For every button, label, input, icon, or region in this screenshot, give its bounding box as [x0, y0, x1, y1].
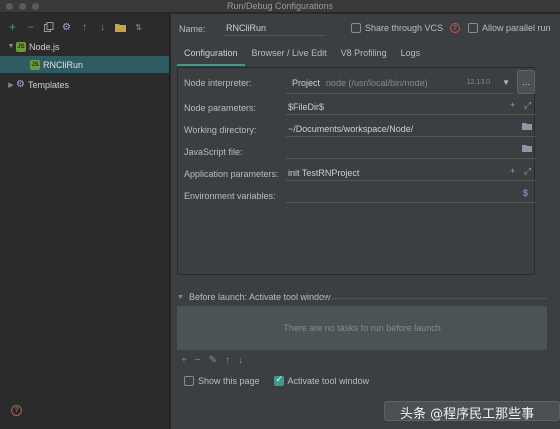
application-parameters-label: Application parameters:: [184, 169, 279, 179]
move-up-icon[interactable]: ↑: [225, 355, 230, 366]
tree-item-label: Node.js: [29, 41, 60, 52]
remove-icon[interactable]: −: [24, 20, 37, 34]
share-vcs-checkbox[interactable]: [351, 23, 361, 33]
before-launch-title: Before launch: Activate tool window: [188, 292, 331, 302]
add-icon[interactable]: +: [181, 355, 187, 366]
environment-variables-input[interactable]: $: [286, 187, 536, 203]
chevron-down-icon[interactable]: ▼: [6, 43, 16, 50]
working-directory-label: Working directory:: [184, 125, 257, 135]
allow-parallel-checkbox[interactable]: [468, 23, 478, 33]
node-parameters-input[interactable]: $FileDir$ + ⤢: [286, 99, 536, 115]
move-down-icon[interactable]: ↓: [96, 21, 109, 34]
copy-icon[interactable]: [42, 21, 55, 34]
show-page-checkbox[interactable]: [184, 376, 194, 386]
watermark: 头条 @程序民工那些事: [400, 407, 535, 422]
working-directory-value: ~/Documents/workspace/Node/: [288, 124, 414, 134]
configuration-form: Node interpreter: Project node (/usr/loc…: [177, 67, 536, 275]
edit-icon[interactable]: ✎: [209, 355, 217, 366]
gear-icon[interactable]: ⚙: [60, 21, 73, 34]
allow-parallel-label: Allow parallel run: [482, 23, 551, 33]
tree-item-label: Templates: [27, 79, 69, 90]
folder-icon[interactable]: [114, 21, 127, 34]
tab-configuration[interactable]: Configuration: [177, 44, 245, 66]
expand-icon[interactable]: ⤢: [524, 166, 531, 177]
chevron-right-icon[interactable]: ▶: [6, 81, 16, 89]
interpreter-path: node (/usr/local/bin/node): [326, 77, 428, 88]
chevron-down-icon[interactable]: ▼: [177, 294, 184, 301]
configuration-panel: Name: RNCliRun Share through VCS ? Allow…: [171, 14, 560, 429]
node-parameters-value: $FileDir$: [288, 102, 325, 112]
gear-icon: ⚙: [16, 79, 25, 90]
folder-icon[interactable]: [522, 122, 532, 132]
tab-logs[interactable]: Logs: [394, 44, 428, 66]
name-label: Name:: [179, 24, 206, 34]
window-title: Run/Debug Configurations: [226, 1, 334, 11]
working-directory-input[interactable]: ~/Documents/workspace/Node/: [286, 121, 536, 137]
tree-item-rnclirun[interactable]: JS RNCliRun: [0, 56, 169, 73]
before-launch-task-list[interactable]: There are no tasks to run before launch: [177, 306, 547, 350]
node-interpreter-select[interactable]: Project node (/usr/local/bin/node) 12.13…: [286, 72, 514, 94]
allow-parallel-option[interactable]: Allow parallel run: [468, 23, 551, 33]
add-icon[interactable]: +: [510, 166, 515, 176]
browse-interpreter-button[interactable]: ...: [517, 70, 535, 94]
nodejs-icon: JS: [16, 41, 26, 52]
divider: [323, 298, 547, 299]
before-launch-header[interactable]: ▼ Before launch: Activate tool window: [177, 292, 331, 302]
activate-tool-window-checkbox[interactable]: [273, 374, 284, 386]
application-parameters-input[interactable]: init TestRNProject + ⤢: [286, 165, 536, 181]
name-input[interactable]: RNCliRun: [224, 20, 324, 36]
environment-variables-label: Environment variables:: [184, 191, 276, 201]
remove-icon[interactable]: −: [195, 355, 201, 366]
javascript-file-label: JavaScript file:: [184, 147, 243, 157]
folder-icon[interactable]: [522, 144, 532, 154]
interpreter-project: Project: [292, 77, 321, 88]
help-icon[interactable]: ?: [450, 23, 461, 33]
tab-browser-live-edit[interactable]: Browser / Live Edit: [245, 44, 334, 66]
add-icon[interactable]: +: [510, 100, 515, 110]
node-parameters-label: Node parameters:: [184, 103, 257, 113]
empty-tasks-text: There are no tasks to run before launch: [283, 323, 441, 333]
move-down-icon[interactable]: ↓: [238, 355, 243, 366]
javascript-file-input[interactable]: [286, 143, 536, 159]
before-launch-toolbar: + − ✎ ↑ ↓: [181, 355, 243, 366]
share-vcs-option[interactable]: Share through VCS ?: [351, 23, 461, 33]
nodejs-icon: JS: [30, 59, 40, 70]
move-up-icon[interactable]: ↑: [78, 21, 91, 34]
sort-icon[interactable]: ⇅: [132, 21, 145, 34]
tree-item-label: RNCliRun: [43, 59, 84, 70]
help-icon[interactable]: ?: [11, 405, 22, 416]
configurations-sidebar: + − ⚙ ↑ ↓ ⇅ ▼ JS Node.js JS RNCliRun ▶ ⚙…: [0, 14, 170, 429]
before-launch-options: Show this page Activate tool window: [184, 374, 370, 386]
expand-icon[interactable]: ⤢: [524, 100, 531, 111]
sidebar-toolbar: + − ⚙ ↑ ↓ ⇅: [6, 20, 145, 34]
interpreter-version: 12.13.0: [466, 79, 491, 86]
tree-item-templates[interactable]: ▶ ⚙ Templates: [0, 76, 169, 93]
add-icon[interactable]: +: [6, 20, 19, 34]
show-page-label: Show this page: [198, 376, 260, 386]
node-interpreter-label: Node interpreter:: [184, 78, 252, 88]
tab-bar: Configuration Browser / Live Edit V8 Pro…: [177, 44, 427, 66]
application-parameters-value: init TestRNProject: [288, 168, 360, 178]
title-bar: Run/Debug Configurations: [0, 0, 560, 13]
chevron-down-icon[interactable]: ▼: [502, 78, 510, 87]
tab-v8-profiling[interactable]: V8 Profiling: [334, 44, 394, 66]
activate-tool-window-label: Activate tool window: [287, 376, 370, 386]
share-vcs-label: Share through VCS: [365, 23, 444, 33]
tree-item-nodejs[interactable]: ▼ JS Node.js: [0, 38, 169, 55]
edit-variables-icon[interactable]: $: [523, 188, 528, 198]
